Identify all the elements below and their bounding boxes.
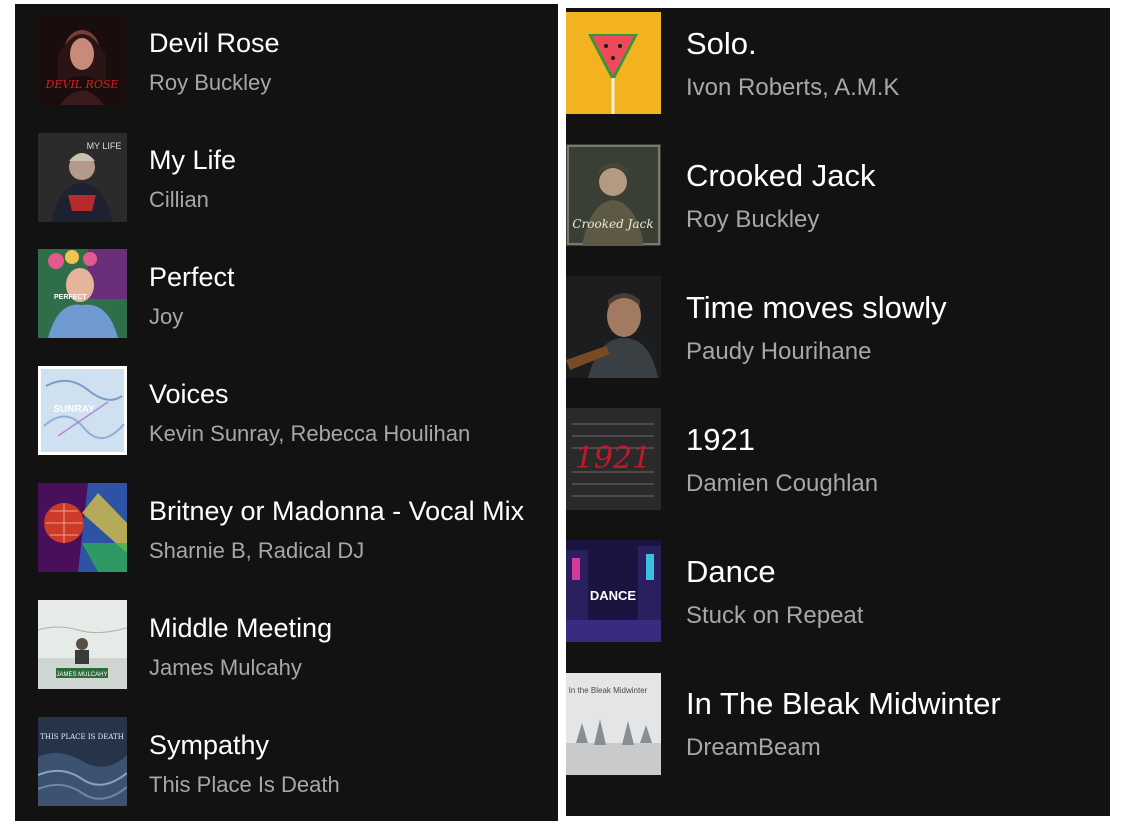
track-row[interactable]: SUNRAY Voices Kevin Sunray, Rebecca Houl… [15, 355, 558, 472]
track-artist: Cillian [149, 187, 209, 212]
album-art[interactable]: DEVIL ROSE [38, 16, 127, 105]
track-title: Perfect [149, 262, 235, 292]
winter-trees-art: In the Bleak Midwinter [566, 673, 661, 775]
track-title: In The Bleak Midwinter [686, 686, 1001, 721]
track-artist: Sharnie B, Radical DJ [149, 538, 365, 563]
track-artist: Roy Buckley [149, 70, 272, 95]
svg-text:SUNRAY: SUNRAY [53, 404, 95, 415]
track-artist: Stuck on Repeat [686, 602, 864, 629]
track-title: My Life [149, 145, 237, 175]
track-title: Britney or Madonna - Vocal Mix [149, 496, 525, 526]
svg-text:Crooked Jack: Crooked Jack [572, 217, 653, 231]
track-artist: DreamBeam [686, 734, 821, 761]
svg-text:In the Bleak Midwinter: In the Bleak Midwinter [569, 686, 648, 695]
track-title: Middle Meeting [149, 613, 333, 643]
track-row[interactable]: Solo. Ivon Roberts, A.M.K [566, 8, 1110, 140]
track-title: Dance [686, 554, 776, 589]
album-art[interactable] [38, 483, 127, 572]
svg-text:JAMES MULCAHY: JAMES MULCAHY [56, 672, 107, 678]
stormy-sea-art: THIS PLACE IS DEATH [38, 717, 127, 806]
handwritten-letter-art: 1921 [566, 408, 661, 510]
track-row[interactable]: DEVIL ROSE Devil Rose Roy Buckley [15, 4, 558, 121]
track-artist: Joy [149, 304, 184, 329]
album-art[interactable]: DANCE [566, 540, 661, 642]
track-title: Solo. [686, 26, 757, 61]
portrait-man-art: MY LIFE [38, 133, 127, 222]
track-title: Voices [149, 379, 229, 409]
album-art[interactable]: 1921 [566, 408, 661, 510]
svg-text:DANCE: DANCE [590, 588, 637, 603]
track-artist: Roy Buckley [686, 206, 820, 233]
track-row[interactable]: 1921 1921 Damien Coughlan [566, 404, 1110, 536]
album-art[interactable]: JAMES MULCAHY [38, 600, 127, 689]
album-art[interactable]: THIS PLACE IS DEATH [38, 717, 127, 806]
man-with-guitar-art [566, 276, 661, 378]
track-title: Time moves slowly [686, 290, 947, 325]
neon-street-art: DANCE [566, 540, 661, 642]
track-artist: Ivon Roberts, A.M.K [686, 74, 900, 101]
track-row[interactable]: THIS PLACE IS DEATH Sympathy This Place … [15, 706, 558, 821]
track-artist: Damien Coughlan [686, 470, 879, 497]
track-row[interactable]: Crooked Jack Crooked Jack Roy Buckley [566, 140, 1110, 272]
sketch-art: SUNRAY [38, 366, 127, 455]
svg-text:MY LIFE: MY LIFE [87, 141, 122, 151]
disco-ball-art [38, 483, 127, 572]
album-art[interactable] [566, 12, 661, 114]
album-art[interactable]: Crooked Jack [566, 144, 661, 246]
track-title: Devil Rose [149, 28, 280, 58]
track-row[interactable]: PERFECT Perfect Joy [15, 238, 558, 355]
track-row[interactable]: In the Bleak Midwinter In The Bleak Midw… [566, 668, 1110, 816]
svg-text:DEVIL ROSE: DEVIL ROSE [45, 78, 119, 91]
track-row[interactable]: Time moves slowly Paudy Hourihane [566, 272, 1110, 404]
track-title: Crooked Jack [686, 158, 876, 193]
track-artist: Kevin Sunray, Rebecca Houlihan [149, 421, 471, 446]
flower-crown-portrait-art: PERFECT [38, 249, 127, 338]
svg-text:PERFECT: PERFECT [54, 294, 87, 301]
track-artist: This Place Is Death [149, 772, 340, 797]
svg-text:1921: 1921 [575, 441, 651, 476]
svg-text:THIS PLACE IS DEATH: THIS PLACE IS DEATH [40, 733, 124, 741]
album-art[interactable]: In the Bleak Midwinter [566, 673, 661, 775]
track-row[interactable]: Britney or Madonna - Vocal Mix Sharnie B… [15, 472, 558, 589]
track-title: Sympathy [149, 730, 270, 760]
track-list-right: Solo. Ivon Roberts, A.M.K Crooked Jack C… [566, 8, 1110, 816]
track-row[interactable]: JAMES MULCAHY Middle Meeting James Mulca… [15, 589, 558, 706]
track-list-left: DEVIL ROSE Devil Rose Roy Buckley MY LIF… [15, 4, 558, 821]
track-row[interactable]: MY LIFE My Life Cillian [15, 121, 558, 238]
track-artist: Paudy Hourihane [686, 338, 872, 365]
track-title: 1921 [686, 422, 755, 457]
track-row[interactable]: DANCE Dance Stuck on Repeat [566, 536, 1110, 668]
portrait-woman-art: DEVIL ROSE [38, 16, 127, 105]
soldier-portrait-art: Crooked Jack [566, 144, 661, 246]
track-artist: James Mulcahy [149, 655, 302, 680]
watermelon-lollipop-art [566, 12, 661, 114]
album-art[interactable]: SUNRAY [38, 366, 127, 455]
album-art[interactable] [566, 276, 661, 378]
album-art[interactable]: PERFECT [38, 249, 127, 338]
snowy-field-art: JAMES MULCAHY [38, 600, 127, 689]
album-art[interactable]: MY LIFE [38, 133, 127, 222]
